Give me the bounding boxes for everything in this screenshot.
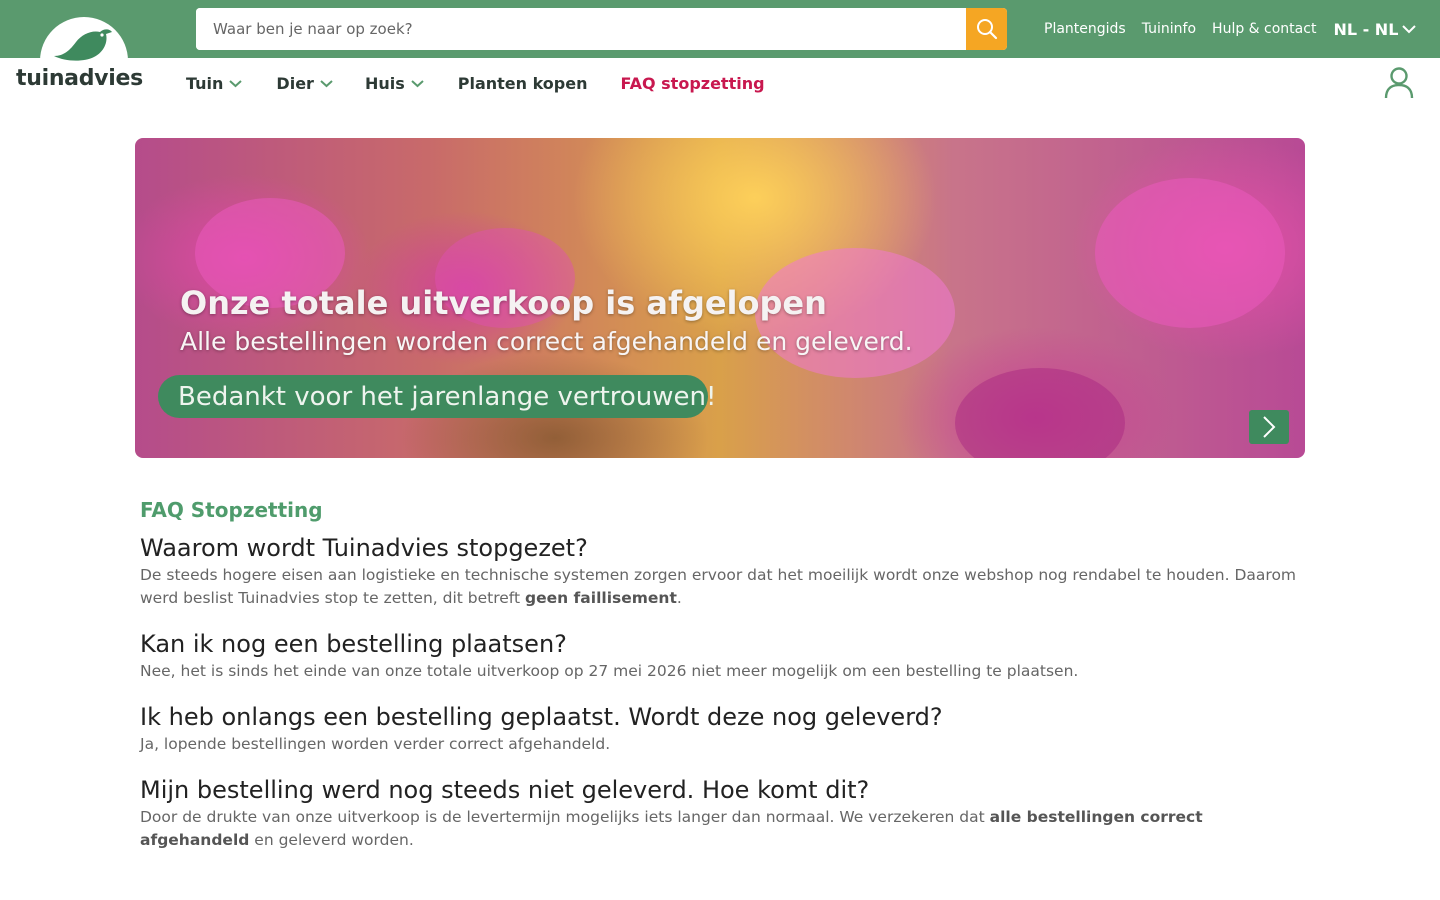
faq-question: Mijn bestelling werd nog steeds niet gel… bbox=[140, 776, 870, 804]
chevron-down-icon bbox=[1402, 25, 1417, 34]
link-hulp-contact[interactable]: Hulp & contact bbox=[1212, 21, 1316, 37]
nav-faq-stopzetting[interactable]: FAQ stopzetting bbox=[621, 74, 765, 93]
search-button[interactable] bbox=[966, 8, 1007, 50]
faq-answer-text: De steeds hogere eisen aan logistieke en… bbox=[140, 566, 1297, 607]
faq-item: Mijn bestelling werd nog steeds niet gel… bbox=[140, 776, 1300, 852]
faq-list: Waarom wordt Tuinadvies stopgezet? De ste… bbox=[140, 534, 1300, 852]
faq-answer-text: Nee, het is sinds het einde van onze tot… bbox=[140, 662, 1079, 680]
banner-pill: Bedankt voor het jarenlange vertrouwen! bbox=[158, 375, 716, 418]
nav-huis[interactable]: Huis bbox=[365, 74, 424, 93]
nav-tuin[interactable]: Tuin bbox=[186, 73, 243, 93]
link-tuininfo[interactable]: Tuininfo bbox=[1142, 21, 1196, 37]
faq-answer: De steeds hogere eisen aan logistieke en… bbox=[140, 564, 1300, 610]
faq-heading: FAQ Stopzetting bbox=[140, 498, 323, 522]
user-icon[interactable] bbox=[1383, 66, 1415, 100]
banner-title: Onze totale uitverkoop is afgelopen bbox=[180, 284, 827, 322]
faq-answer-text: . bbox=[676, 589, 682, 607]
top-links: Plantengids Tuininfo Hulp & contact NL -… bbox=[1044, 0, 1417, 58]
hero-banner[interactable]: Onze totale uitverkoop is afgelopen Alle… bbox=[135, 138, 1305, 458]
chevron-right-icon bbox=[1263, 416, 1276, 438]
faq-item: Kan ik nog een bestelling plaatsen? Nee, … bbox=[140, 630, 1300, 683]
link-plantengids[interactable]: Plantengids bbox=[1044, 21, 1126, 37]
flower-decoration bbox=[1095, 178, 1285, 328]
faq-answer: Nee, het is sinds het einde van onze tot… bbox=[140, 660, 1300, 683]
main-nav: Tuin Dier Huis Planten kopen FAQ stopzet… bbox=[186, 72, 765, 94]
banner-subtitle: Alle bestellingen worden correct afgehan… bbox=[180, 327, 913, 356]
faq-question: Ik heb onlangs een bestelling geplaatst.… bbox=[140, 703, 943, 731]
faq-answer: Door de drukte van onze uitverkoop is de… bbox=[140, 806, 1300, 852]
chevron-down-icon bbox=[320, 79, 333, 87]
faq-question: Waarom wordt Tuinadvies stopgezet? bbox=[140, 534, 588, 562]
nav-planten-kopen[interactable]: Planten kopen bbox=[458, 74, 588, 93]
faq-section: FAQ Stopzetting Waarom wordt Tuinadvies … bbox=[140, 498, 1300, 872]
faq-answer-text: en geleverd worden. bbox=[249, 831, 414, 849]
nav-dier[interactable]: Dier bbox=[276, 74, 333, 93]
faq-answer-text: Door de drukte van onze uitverkoop is de… bbox=[140, 808, 990, 826]
faq-answer-emphasis: geen faillisement bbox=[525, 589, 677, 607]
faq-item: Waarom wordt Tuinadvies stopgezet? De ste… bbox=[140, 534, 1300, 610]
chevron-down-icon bbox=[229, 79, 243, 87]
top-bar: Plantengids Tuininfo Hulp & contact NL -… bbox=[0, 0, 1440, 58]
faq-answer: Ja, lopende bestellingen worden verder c… bbox=[140, 733, 1300, 756]
nav-label: Huis bbox=[364, 73, 405, 93]
faq-question: Kan ik nog een bestelling plaatsen? bbox=[140, 630, 567, 658]
chevron-down-icon bbox=[411, 79, 424, 87]
search-icon bbox=[976, 19, 997, 40]
language-selector[interactable]: NL - NL bbox=[1333, 19, 1417, 39]
search-input[interactable] bbox=[196, 8, 966, 50]
nav-label: Tuin bbox=[186, 73, 224, 93]
search-bar bbox=[196, 8, 1007, 50]
bird-logo-icon bbox=[54, 29, 112, 61]
nav-label: Dier bbox=[276, 73, 314, 93]
brand-name[interactable]: tuinadvies bbox=[16, 66, 143, 91]
faq-item: Ik heb onlangs een bestelling geplaatst.… bbox=[140, 703, 1300, 756]
flower-decoration bbox=[955, 368, 1125, 458]
banner-next-button[interactable] bbox=[1249, 410, 1289, 444]
language-label: NL - NL bbox=[1333, 19, 1399, 39]
faq-answer-text: Ja, lopende bestellingen worden verder c… bbox=[140, 735, 611, 753]
